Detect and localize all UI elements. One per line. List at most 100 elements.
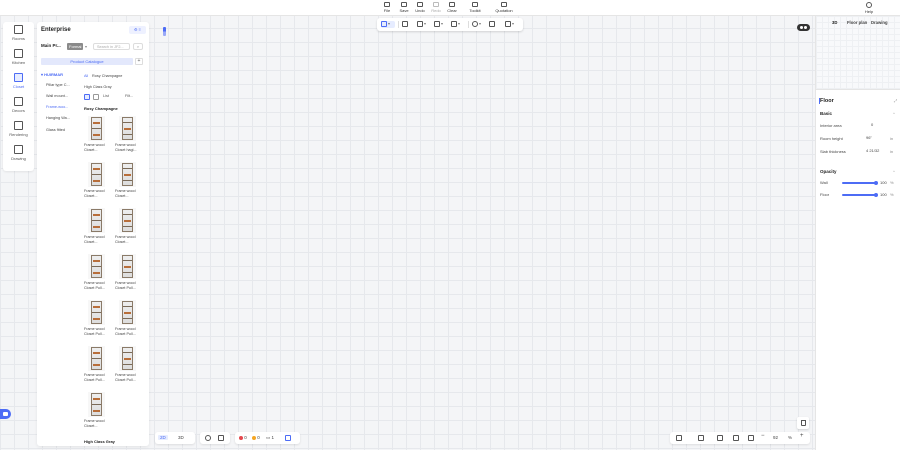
door-tool[interactable]	[402, 21, 416, 28]
delete-button[interactable]	[797, 417, 809, 429]
layers-tool[interactable]	[489, 21, 503, 28]
search-input[interactable]	[93, 43, 130, 50]
file-button[interactable]: File	[378, 2, 396, 13]
closet-shelf	[124, 358, 131, 360]
list-filter[interactable]: List	[103, 94, 109, 98]
product-card[interactable]: Frame wood Closet Pull...	[115, 300, 145, 337]
slider-handle[interactable]	[874, 180, 878, 185]
mode-2d-button[interactable]: 2D	[158, 435, 168, 440]
gallery-icon[interactable]	[218, 435, 224, 441]
product-card[interactable]: Frame wood Closet...	[84, 392, 114, 429]
slab-thickness-input[interactable]: 4 21/32	[866, 148, 888, 154]
warning-status[interactable]: 0	[252, 435, 260, 440]
grid-view-icon[interactable]	[93, 94, 99, 100]
tree-root[interactable]: ▾ HUIRMAR	[41, 72, 63, 77]
panel-settings-button[interactable]: ⚙ ≡	[129, 26, 146, 34]
product-card[interactable]: Frame wood Closet Pull...	[84, 254, 114, 291]
nav-label: Closet	[12, 84, 25, 89]
settings-tool[interactable]	[472, 21, 486, 28]
filter-rosy-champagne[interactable]: Rosy Champagne	[92, 74, 122, 78]
tab-floor-plan[interactable]: Floor plan	[847, 20, 867, 25]
settings-icon[interactable]	[698, 435, 704, 441]
dimension-tool[interactable]	[434, 21, 448, 28]
nav-rendering[interactable]: Rendering	[3, 118, 34, 142]
nav-kitchen[interactable]: Kitchen	[3, 46, 34, 70]
clear-button[interactable]: Clear	[443, 2, 461, 13]
tree-item[interactable]: Hanging Wa...	[46, 116, 78, 120]
product-label: Closet hagi...	[115, 148, 137, 152]
product-card[interactable]: Frame wood Closet...	[115, 208, 145, 245]
nav-rooms[interactable]: Rooms	[3, 22, 34, 46]
window-tool[interactable]	[417, 21, 431, 28]
closet-shelf	[92, 358, 101, 359]
warning-count: 0	[257, 435, 260, 440]
mode-3d-button[interactable]: 3D	[178, 435, 184, 440]
crop-icon[interactable]	[717, 435, 723, 441]
slider-handle[interactable]	[874, 192, 878, 197]
product-card[interactable]: Frame wood Closet hagi...	[115, 116, 145, 153]
chat-button[interactable]	[0, 409, 11, 419]
product-card[interactable]: Frame wood Closet Pull...	[115, 254, 145, 291]
product-card[interactable]: Frame wood Closet...	[84, 116, 114, 153]
filter-all[interactable]: All	[84, 74, 88, 78]
tree-item[interactable]: Pillar type C...	[46, 83, 78, 87]
product-thumbnail	[119, 162, 136, 187]
tab-drawing[interactable]: Drawing	[871, 20, 888, 25]
floor-opacity-label: Floor	[820, 192, 830, 197]
view-toggle[interactable]	[797, 24, 810, 31]
zoom-out-button[interactable]: −	[761, 433, 765, 439]
tag-icon[interactable]	[285, 435, 291, 441]
compass-icon[interactable]	[163, 27, 166, 36]
eye-icon[interactable]	[205, 435, 211, 441]
tab-3d[interactable]: 3D	[832, 20, 837, 25]
main-products-dropdown[interactable]: Main Pr...	[41, 43, 61, 48]
product-label: Closet Pull...	[115, 332, 136, 336]
search-icon[interactable]: ⌕	[133, 43, 143, 50]
product-card[interactable]: Frame wood Closet...	[84, 208, 114, 245]
nav-closet[interactable]: Closet	[3, 70, 34, 94]
product-card[interactable]: Frame wood Closet Pull...	[115, 346, 145, 383]
floor-opacity-slider[interactable]	[842, 192, 878, 197]
unit-label: in	[890, 149, 894, 154]
chevron-up-icon[interactable]: ^	[893, 169, 895, 174]
tree-item[interactable]: Wall mount...	[46, 94, 78, 98]
delete-tool[interactable]	[505, 21, 519, 28]
add-button[interactable]: +	[135, 58, 143, 65]
room-height-input[interactable]: 96"	[866, 135, 888, 141]
lock-icon[interactable]	[676, 435, 682, 441]
expand-icon[interactable]: ⤢	[894, 98, 897, 103]
closet-shelf	[93, 214, 100, 216]
nav-label: Rooms	[12, 36, 25, 41]
zoom-in-button[interactable]: +	[800, 433, 804, 439]
product-card[interactable]: Frame wood Closet Pull...	[84, 346, 114, 383]
help-button[interactable]: Help	[862, 2, 876, 14]
wall-tool[interactable]	[381, 21, 395, 28]
zoom-value[interactable]: 92	[773, 435, 778, 440]
product-card[interactable]: Frame wood Closet...	[84, 162, 114, 199]
product-card[interactable]: Frame wood Closet Pull...	[84, 300, 114, 337]
error-status[interactable]: 0	[239, 435, 247, 440]
tree-root-label: HUIRMAR	[44, 72, 64, 77]
wall-opacity-value[interactable]: 100	[880, 180, 887, 185]
tree-item[interactable]: Glass fitted	[46, 128, 78, 132]
nav-drawing[interactable]: Drawing	[3, 142, 34, 166]
product-card[interactable]: Frame wood Closet...	[115, 162, 145, 199]
fullscreen-icon[interactable]	[748, 435, 754, 441]
structure-tool[interactable]	[451, 21, 465, 28]
nav-decors[interactable]: Decors	[3, 94, 34, 118]
filter-button[interactable]: Filt...	[125, 94, 133, 98]
floor-opacity-value[interactable]: 100	[880, 192, 887, 197]
quotation-button[interactable]: Quotation	[492, 2, 516, 13]
wall-opacity-slider[interactable]	[842, 180, 878, 185]
list-view-icon[interactable]	[84, 94, 90, 100]
doc-status[interactable]: ▭ 1	[266, 435, 274, 441]
product-catalogue-button[interactable]: Product Catalogue	[41, 58, 133, 65]
formal-tag[interactable]: Formal	[67, 43, 84, 50]
filter-high-class-gray[interactable]: High Class Gray	[84, 85, 112, 89]
chevron-up-icon[interactable]: ^	[893, 111, 895, 116]
preview-pane[interactable]: 3D Floor plan Drawing	[816, 16, 900, 90]
quotation-icon	[501, 2, 507, 7]
toolkit-button[interactable]: Toolkit	[466, 2, 484, 13]
fit-view-icon[interactable]	[733, 435, 739, 441]
tree-item-selected[interactable]: Frame-woo...	[46, 105, 78, 109]
